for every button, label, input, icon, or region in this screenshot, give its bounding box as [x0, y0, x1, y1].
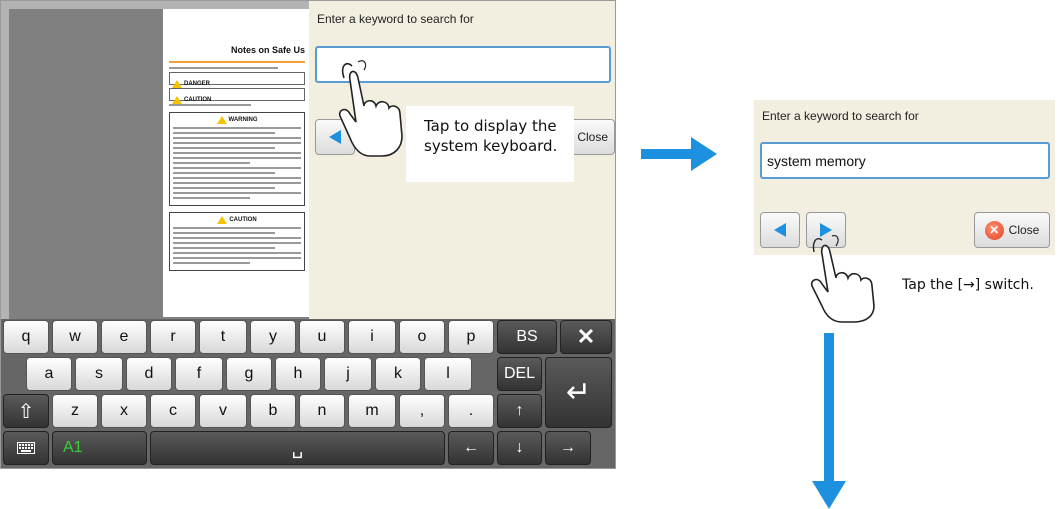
callout-line-2: system keyboard. [424, 137, 558, 155]
key-w[interactable]: w [52, 320, 98, 354]
key-m[interactable]: m [348, 394, 396, 428]
key-a[interactable]: a [26, 357, 72, 391]
key-b[interactable]: b [250, 394, 296, 428]
key-l[interactable]: l [424, 357, 472, 391]
keyboard-layout-icon [17, 442, 35, 454]
search-input[interactable]: system memory [760, 142, 1050, 179]
key-comma[interactable]: , [399, 394, 445, 428]
key-u[interactable]: u [299, 320, 345, 354]
callout-box: Tap to display the system keyboard. [406, 106, 574, 182]
keyboard-icon[interactable] [3, 431, 49, 465]
key-f[interactable]: f [175, 357, 223, 391]
input-mode-key[interactable]: A1 [52, 431, 147, 465]
left-triangle-icon [774, 223, 786, 237]
key-p[interactable]: p [448, 320, 494, 354]
cursor-up-key[interactable]: ↑ [497, 394, 542, 428]
warning-icon [217, 216, 228, 224]
key-z[interactable]: z [52, 394, 98, 428]
hand-pointer-icon [338, 60, 403, 157]
tap-caption: Tap the [→] switch. [902, 277, 1034, 293]
key-y[interactable]: y [250, 320, 296, 354]
key-t[interactable]: t [199, 320, 247, 354]
key-n[interactable]: n [299, 394, 345, 428]
delete-key[interactable]: DEL [497, 357, 542, 391]
shift-key[interactable]: ⇧ [3, 394, 49, 428]
cursor-right-key[interactable]: → [545, 431, 591, 465]
warning-section: WARNING [169, 112, 305, 206]
close-label: Close [1008, 223, 1040, 237]
key-e[interactable]: e [101, 320, 147, 354]
caution-section: CAUTION [169, 212, 305, 271]
caution-box: CAUTION [169, 88, 305, 104]
close-icon: ✕ [984, 220, 1004, 240]
key-d[interactable]: d [126, 357, 172, 391]
space-key[interactable]: ␣ [150, 431, 445, 465]
prev-button[interactable] [760, 212, 800, 248]
key-h[interactable]: h [275, 357, 321, 391]
down-arrow-icon [812, 333, 846, 509]
close-keyboard-key[interactable]: ✕ [560, 320, 612, 354]
warning-icon [172, 96, 182, 104]
key-period[interactable]: . [448, 394, 494, 428]
key-c[interactable]: c [150, 394, 196, 428]
key-o[interactable]: o [399, 320, 445, 354]
key-j[interactable]: j [324, 357, 372, 391]
warning-icon [216, 116, 227, 124]
right-arrow-icon [641, 137, 717, 171]
search-dialog-result: Enter a keyword to search for system mem… [754, 100, 1055, 255]
cursor-down-key[interactable]: ↓ [497, 431, 542, 465]
close-button[interactable]: Close [569, 119, 615, 155]
search-prompt: Enter a keyword to search for [317, 12, 474, 26]
hand-pointer-icon [810, 235, 875, 323]
title-rule [169, 61, 305, 63]
search-prompt: Enter a keyword to search for [762, 109, 919, 123]
key-x[interactable]: x [101, 394, 147, 428]
key-v[interactable]: v [199, 394, 247, 428]
document-title: Notes on Safe Us [230, 45, 305, 55]
backspace-key[interactable]: BS [497, 320, 557, 354]
system-keyboard: q w e r t y u i o p BS ✕ a s d f g h j k… [1, 319, 615, 468]
cursor-left-key[interactable]: ← [448, 431, 494, 465]
key-g[interactable]: g [226, 357, 272, 391]
key-k[interactable]: k [375, 357, 421, 391]
enter-key[interactable]: ↵ [545, 357, 612, 428]
key-q[interactable]: q [3, 320, 49, 354]
key-i[interactable]: i [348, 320, 396, 354]
danger-box: DANGER [169, 72, 305, 88]
document-page: Notes on Safe Us DANGER CAUTION WARNING … [163, 9, 311, 317]
key-r[interactable]: r [150, 320, 196, 354]
warning-icon [172, 80, 182, 88]
callout-line-1: Tap to display the [424, 117, 557, 135]
close-button[interactable]: ✕ Close [974, 212, 1050, 248]
device-screen-left: Notes on Safe Us DANGER CAUTION WARNING … [0, 0, 616, 469]
key-s[interactable]: s [75, 357, 123, 391]
